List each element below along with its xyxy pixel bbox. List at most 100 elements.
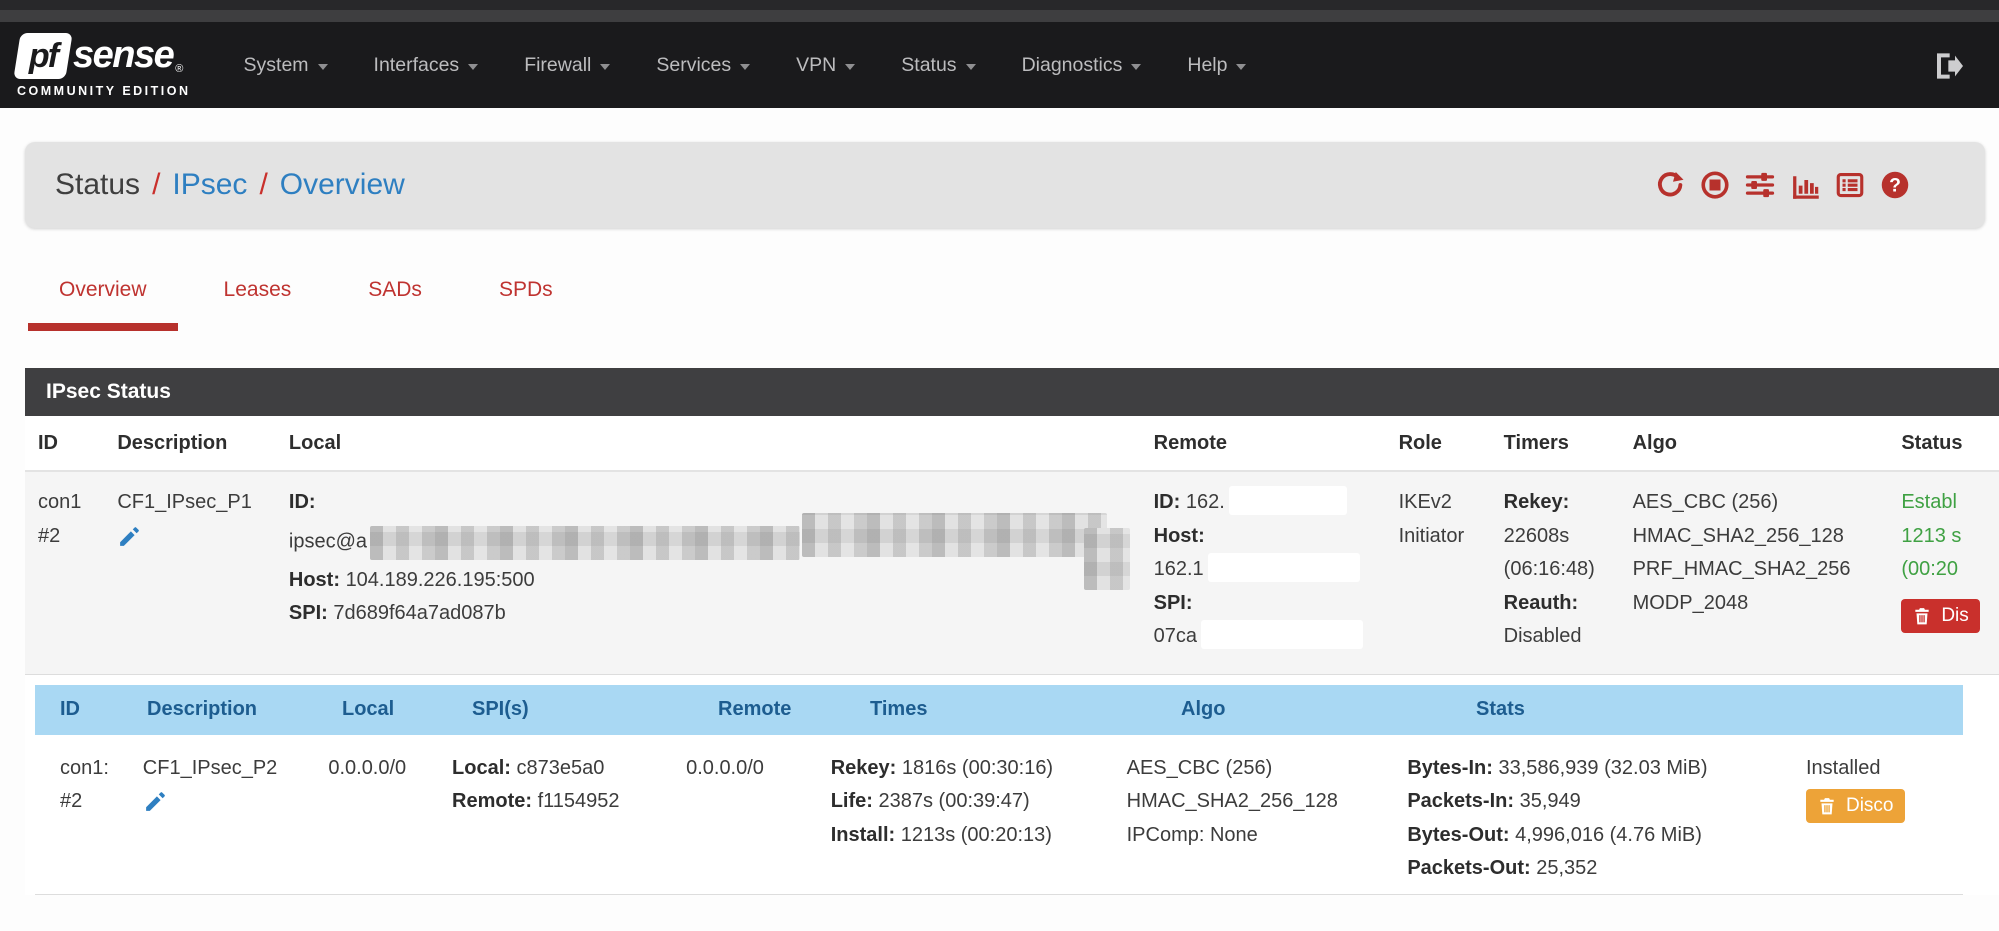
times-rekey-label: Rekey: bbox=[831, 757, 897, 779]
times-life-value: 2387s (00:39:47) bbox=[878, 790, 1029, 812]
bar-chart-icon[interactable] bbox=[1790, 170, 1820, 200]
registered-mark: ® bbox=[175, 63, 183, 75]
filter-sliders-icon[interactable] bbox=[1745, 170, 1775, 200]
menu-item-label: Status bbox=[901, 54, 956, 77]
bytes-in-label: Bytes-In: bbox=[1407, 757, 1493, 779]
chevron-down-icon bbox=[1131, 64, 1141, 70]
menu-item-system[interactable]: System bbox=[221, 54, 351, 77]
disconnect-child-sa-button[interactable]: Disco bbox=[1806, 789, 1905, 823]
p1-header-id: ID bbox=[38, 432, 117, 455]
edit-pencil-icon[interactable] bbox=[143, 789, 168, 814]
top-strip-inner bbox=[0, 10, 1999, 22]
menu-item-label: Help bbox=[1187, 54, 1227, 77]
packets-in-label: Packets-In: bbox=[1407, 790, 1514, 812]
p1-remote-cell: ID: 162. Host: 162.1 SPI: 07ca bbox=[1154, 486, 1399, 654]
disconnect-child-sa-label: Disco bbox=[1846, 795, 1894, 817]
local-spi-label: SPI: bbox=[289, 602, 328, 624]
p1-id-line1: con1 bbox=[38, 486, 117, 520]
menu-item-status[interactable]: Status bbox=[878, 54, 998, 77]
rekey-value: 22608s bbox=[1504, 520, 1633, 554]
menu-item-help[interactable]: Help bbox=[1164, 54, 1269, 77]
top-strip-outer bbox=[0, 0, 1999, 10]
p1-header-role: Role bbox=[1399, 432, 1504, 455]
bytes-out-label: Bytes-Out: bbox=[1407, 824, 1509, 846]
pf-logo-box: pf bbox=[13, 33, 72, 79]
menu-item-label: Firewall bbox=[524, 54, 591, 77]
p1-table-header: ID Description Local Remote Role Timers … bbox=[25, 416, 1999, 472]
tab-bar: Overview Leases SADs SPDs bbox=[28, 278, 1999, 331]
menu-item-label: Services bbox=[656, 54, 731, 77]
breadcrumb-link-overview[interactable]: Overview bbox=[280, 168, 405, 202]
p1-id-line2: #2 bbox=[38, 520, 117, 554]
p2-description-text: CF1_IPsec_P2 bbox=[143, 752, 329, 786]
menu-item-diagnostics[interactable]: Diagnostics bbox=[999, 54, 1165, 77]
p2-stats-cell: Bytes-In: 33,586,939 (32.03 MiB) Packets… bbox=[1407, 752, 1806, 886]
menu-item-interfaces[interactable]: Interfaces bbox=[351, 54, 502, 77]
redacted-box bbox=[1201, 620, 1363, 649]
p2-table: ID Description Local SPI(s) Remote Times… bbox=[35, 685, 1963, 895]
redacted-mosaic bbox=[802, 513, 1107, 557]
breadcrumb-link-ipsec[interactable]: IPsec bbox=[172, 168, 247, 202]
tab-overview[interactable]: Overview bbox=[28, 278, 178, 331]
breadcrumb: Status / IPsec / Overview bbox=[55, 168, 405, 202]
local-id-label: ID: bbox=[289, 491, 316, 513]
redacted-box bbox=[1208, 553, 1360, 582]
logout-icon[interactable] bbox=[1933, 50, 1965, 82]
p2-remote-cell: 0.0.0.0/0 bbox=[686, 752, 831, 886]
p1-timers-cell: Rekey: 22608s (06:16:48) Reauth: Disable… bbox=[1504, 486, 1633, 654]
refresh-icon[interactable] bbox=[1655, 170, 1685, 200]
algo-dhgroup: MODP_2048 bbox=[1633, 587, 1902, 621]
breadcrumb-separator: / bbox=[152, 168, 160, 202]
chevron-down-icon bbox=[468, 64, 478, 70]
p2-header-description: Description bbox=[147, 698, 342, 721]
p2-header-algo: Algo bbox=[1181, 698, 1476, 721]
p2-algo-ipcomp: IPComp: None bbox=[1127, 819, 1408, 853]
chevron-down-icon bbox=[600, 64, 610, 70]
tab-leases[interactable]: Leases bbox=[193, 278, 323, 331]
help-icon[interactable]: ? bbox=[1880, 170, 1910, 200]
list-view-icon[interactable] bbox=[1835, 170, 1865, 200]
packets-out-label: Packets-Out: bbox=[1407, 857, 1530, 879]
pf-logo-text: pf bbox=[29, 36, 57, 75]
remote-host-value: 162.1 bbox=[1154, 558, 1204, 580]
p2-spi-cell: Local: c873e5a0 Remote: f1154952 bbox=[452, 752, 686, 886]
menu-item-services[interactable]: Services bbox=[633, 54, 773, 77]
p1-header-remote: Remote bbox=[1154, 432, 1399, 455]
tab-spds[interactable]: SPDs bbox=[468, 278, 584, 331]
spi-local-label: Local: bbox=[452, 757, 511, 779]
chevron-down-icon bbox=[318, 64, 328, 70]
times-install-label: Install: bbox=[831, 824, 895, 846]
p1-status-cell: Establ 1213 s (00:20 Dis bbox=[1901, 486, 1999, 654]
panel-title: IPsec Status bbox=[25, 368, 1999, 416]
p1-header-timers: Timers bbox=[1504, 432, 1633, 455]
tab-sads[interactable]: SADs bbox=[337, 278, 453, 331]
p1-description-text: CF1_IPsec_P1 bbox=[117, 486, 289, 520]
p2-algo-encryption: AES_CBC (256) bbox=[1127, 752, 1408, 786]
disconnect-button[interactable]: Dis bbox=[1901, 599, 1979, 633]
disconnect-button-label: Dis bbox=[1941, 605, 1968, 627]
sense-logo-text: sense bbox=[73, 34, 173, 77]
p1-role-cell: IKEv2 Initiator bbox=[1399, 486, 1504, 654]
p1-description-cell: CF1_IPsec_P1 bbox=[117, 486, 289, 654]
menu-item-label: VPN bbox=[796, 54, 836, 77]
local-host-value: 104.189.226.195:500 bbox=[346, 569, 535, 591]
stop-icon[interactable] bbox=[1700, 170, 1730, 200]
top-navbar: pf sense ® COMMUNITY EDITION System Inte… bbox=[0, 22, 1999, 108]
p1-id-cell: con1 #2 bbox=[38, 486, 117, 654]
p2-status-cell: Installed Disco bbox=[1806, 752, 1963, 886]
status-seconds: 1213 s bbox=[1901, 520, 1999, 554]
page: pf sense ® COMMUNITY EDITION System Inte… bbox=[0, 0, 1999, 895]
menu-item-vpn[interactable]: VPN bbox=[773, 54, 878, 77]
main-menu: System Interfaces Firewall Services VPN … bbox=[221, 54, 1270, 77]
times-rekey-value: 1816s (00:30:16) bbox=[902, 757, 1053, 779]
pfsense-logo[interactable]: pf sense ® COMMUNITY EDITION bbox=[17, 33, 191, 98]
edit-pencil-icon[interactable] bbox=[117, 524, 142, 549]
rekey-label: Rekey: bbox=[1504, 491, 1570, 513]
p1-header-algo: Algo bbox=[1633, 432, 1902, 455]
ipsec-status-panel: IPsec Status ID Description Local Remote… bbox=[25, 368, 1999, 895]
menu-item-label: Diagnostics bbox=[1022, 54, 1123, 77]
role-value: Initiator bbox=[1399, 520, 1504, 554]
menu-item-firewall[interactable]: Firewall bbox=[501, 54, 633, 77]
redacted-mosaic bbox=[370, 526, 800, 560]
p2-times-cell: Rekey: 1816s (00:30:16) Life: 2387s (00:… bbox=[831, 752, 1127, 886]
